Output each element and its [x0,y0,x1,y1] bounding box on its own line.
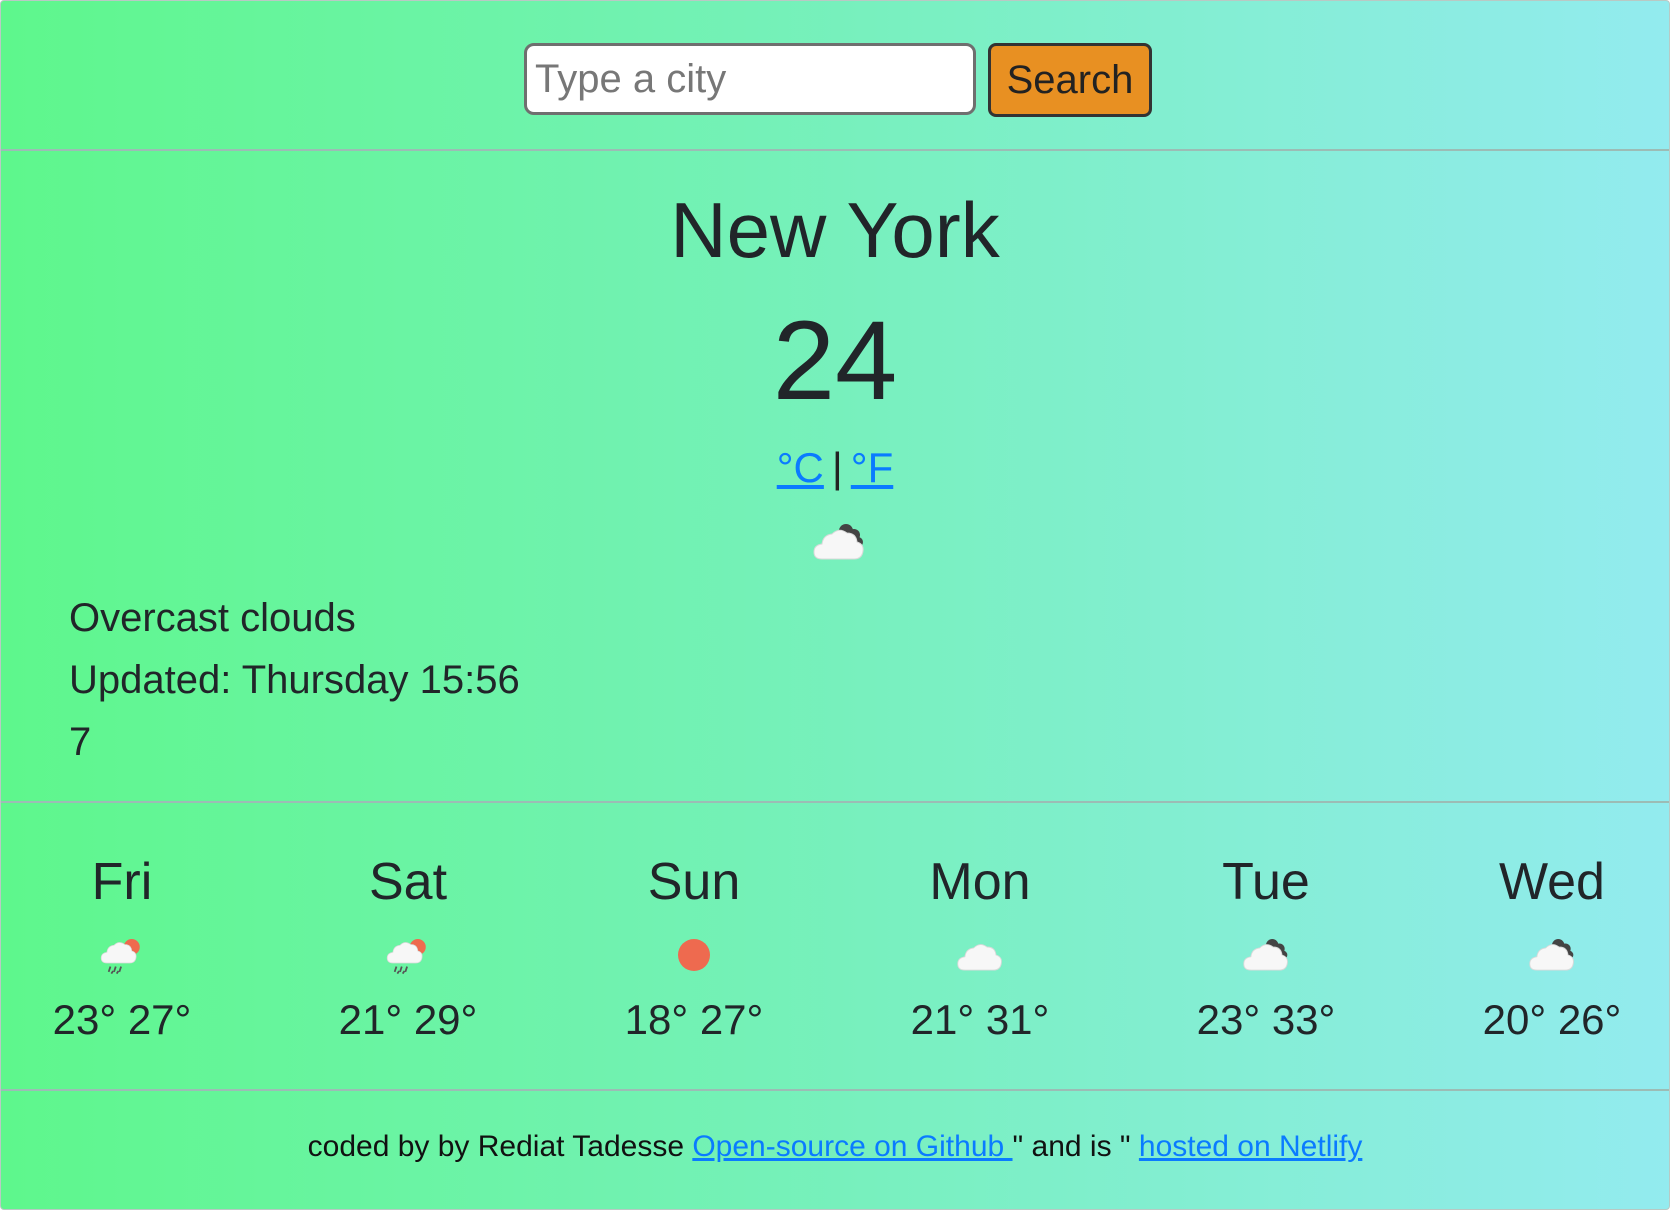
forecast-day: Mon 21° 31° [837,847,1123,1045]
cloud-dark-icon [1243,939,1288,971]
sun-icon [678,939,710,971]
forecast-temps: 18° 27° [624,996,764,1043]
netlify-link[interactable]: hosted on Netlify [1139,1130,1362,1163]
cloud-dark-icon [1529,939,1574,971]
celsius-link[interactable]: °C [777,444,824,491]
forecast-day-name: Wed [1499,853,1605,911]
forecast-temps: 20° 26° [1482,996,1622,1043]
forecast-day: Wed 20° 26° [1409,847,1672,1045]
search-button[interactable]: Search [988,43,1152,117]
forecast-day-name: Fri [91,853,153,911]
forecast-day: Tue 23° 33° [1123,847,1409,1045]
divider [1,801,1669,803]
forecast-day-name: Tue [1222,853,1310,911]
updated-time: Updated: Thursday 15:56 [69,658,520,702]
rain-sun-icon [386,939,426,975]
divider [1,149,1669,151]
forecast-day: Fri 23° 27° [0,847,265,1045]
cloud-icon [957,944,1002,971]
divider [1,1089,1669,1091]
forecast-day-name: Sun [647,853,741,911]
search-form: Search [1,43,1669,117]
footer-text: " and is " [1012,1130,1139,1163]
rain-sun-icon [100,939,140,975]
unit-toggle: °C | °F [1,443,1669,493]
forecast: Fri 23° 27° Sat 21° 29° Sun 18° 27° Mon … [1,847,1669,1047]
weather-details: Overcast clouds Updated: Thursday 15:56 … [69,587,520,773]
city-name: New York [670,186,1000,274]
search-input[interactable] [524,43,976,115]
forecast-day-name: Sat [368,853,448,911]
forecast-temps: 21° 29° [338,996,478,1043]
unit-separator: | [831,444,843,491]
forecast-temps: 21° 31° [910,996,1050,1043]
forecast-temps: 23° 33° [1196,996,1336,1043]
footer-credit: coded by by Rediat Tadesse [307,1130,693,1163]
current-temperature: 24 [772,298,898,423]
forecast-day: Sun 18° 27° [551,847,837,1045]
cloud-dark-icon [813,524,864,560]
weather-app: Search New York 24 °C|°F Overcast clouds… [0,0,1670,1210]
extra-value: 7 [69,720,92,764]
github-link[interactable]: Open-source on Github [692,1130,1012,1163]
forecast-day: Sat 21° 29° [265,847,551,1045]
forecast-temps: 23° 27° [52,996,192,1043]
weather-description: Overcast clouds [69,596,356,640]
fahrenheit-link[interactable]: °F [851,444,893,491]
forecast-day-name: Mon [929,853,1031,911]
footer: coded by by Rediat Tadesse Open-source o… [1,1129,1669,1165]
